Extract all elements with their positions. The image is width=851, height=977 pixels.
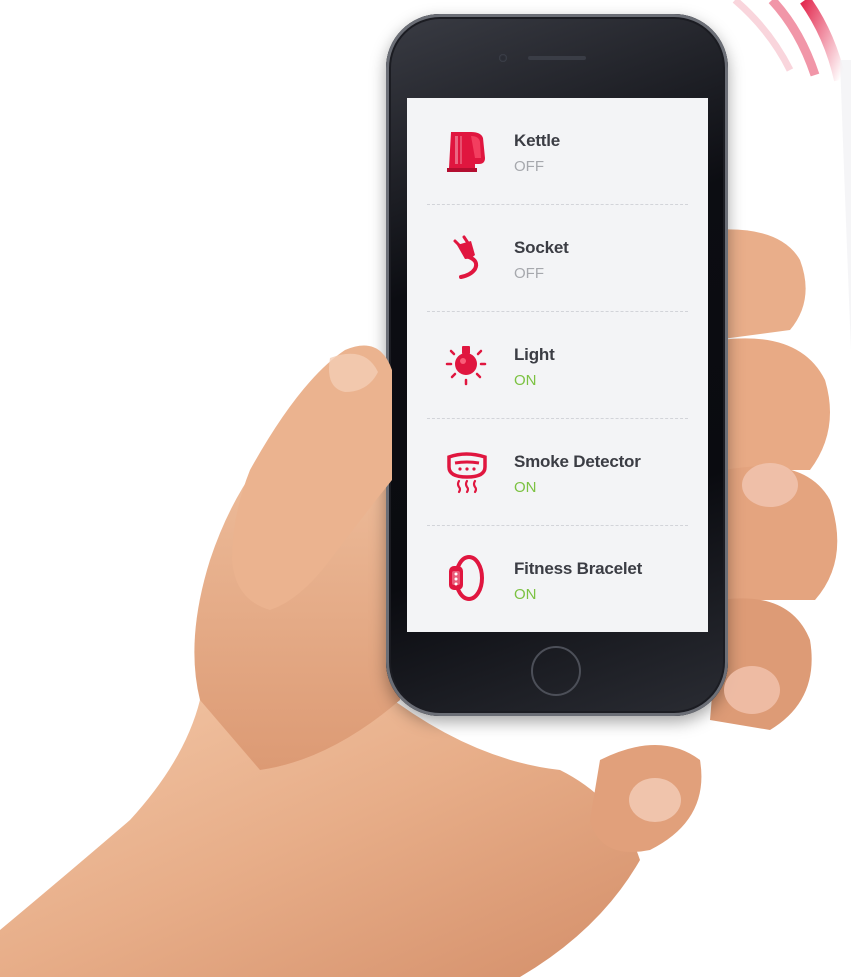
plug-icon [453,235,479,279]
light-bulb-icon [445,346,487,386]
device-status: ON [514,586,537,603]
device-status: ON [514,479,537,496]
device-row-light[interactable]: Light ON [427,312,688,419]
device-row-fitness-bracelet[interactable]: Fitness Bracelet ON [427,526,688,632]
device-row-socket[interactable]: Socket OFF [427,205,688,312]
product-photo: Kettle OFF Socket OFF Light ON Smoke Det… [0,0,851,977]
device-name: Light [514,345,555,364]
device-status: OFF [514,158,544,175]
device-row-kettle[interactable]: Kettle OFF [427,98,688,205]
app-screen: Kettle OFF Socket OFF Light ON Smoke Det… [407,98,708,632]
device-name: Smoke Detector [514,452,641,471]
front-camera [499,54,507,62]
smartphone: Kettle OFF Socket OFF Light ON Smoke Det… [386,14,728,716]
fitness-bracelet-icon [449,555,484,601]
kettle-icon [447,132,485,172]
device-status: ON [514,372,537,389]
smoke-detector-icon [447,452,487,494]
home-button[interactable] [531,646,581,696]
device-name: Fitness Bracelet [514,559,643,578]
device-list: Kettle OFF Socket OFF Light ON Smoke Det… [407,98,708,632]
device-name: Kettle [514,131,561,150]
device-row-smoke-detector[interactable]: Smoke Detector ON [427,419,688,526]
device-status: OFF [514,265,544,282]
earpiece-speaker [528,56,586,60]
device-name: Socket [514,238,569,257]
